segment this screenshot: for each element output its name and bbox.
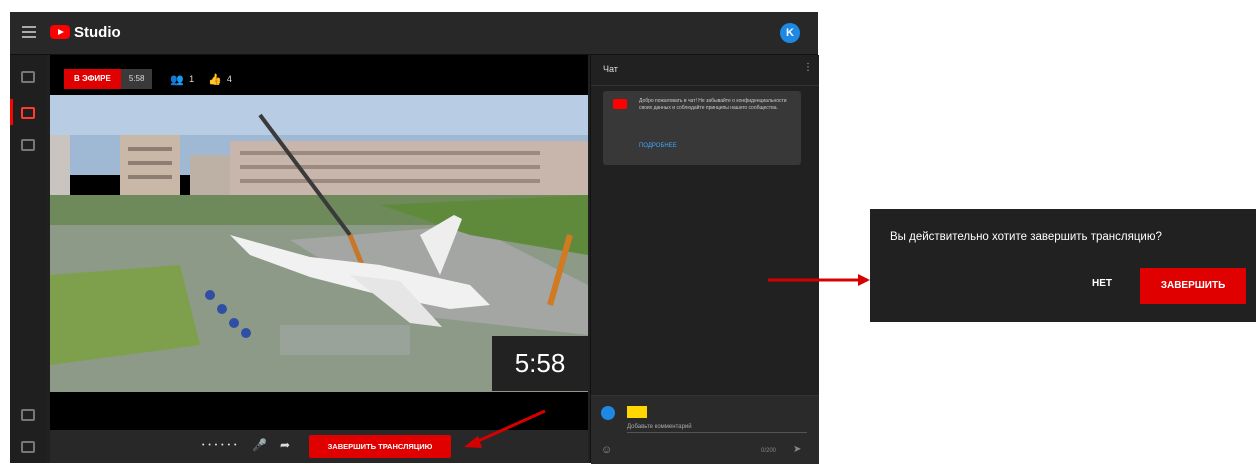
youtube-logo-icon[interactable]: [50, 25, 70, 39]
dialog-question: Вы действительно хотите завершить трансл…: [890, 231, 1162, 243]
chat-header: Чат ⋮: [591, 55, 819, 86]
user-name-highlight: [627, 406, 647, 418]
left-rail: [10, 55, 46, 463]
confirm-end-button[interactable]: ЗАВЕРШИТЬ: [1140, 268, 1246, 304]
live-badge: В ЭФИРЕ: [64, 69, 121, 89]
stream-controls-bar: • • • • • • 🎤 ➦ ЗАВЕРШИТЬ ТРАНСЛЯЦИЮ: [50, 430, 588, 463]
learn-more-link[interactable]: ПОДРОБНЕЕ: [639, 143, 677, 149]
live-status-row: В ЭФИРЕ 5:58 👥 1 👍 4: [64, 69, 232, 89]
chat-input[interactable]: Добавьте комментарий: [627, 424, 692, 430]
chat-title: Чат: [603, 64, 618, 74]
like-count: 4: [226, 74, 232, 84]
stream-quality-dots: • • • • • •: [202, 442, 238, 449]
char-counter: 0/200: [761, 448, 777, 454]
duration-badge: 5:58: [120, 69, 153, 89]
youtube-small-icon: [613, 99, 627, 109]
input-underline: [627, 432, 807, 433]
copy-icon[interactable]: [21, 409, 35, 421]
thumb-up-icon: 👍: [208, 73, 222, 86]
elapsed-timer-overlay: 5:58: [492, 336, 588, 391]
account-avatar[interactable]: K: [780, 23, 800, 43]
stream-icon[interactable]: [21, 71, 35, 83]
cancel-button[interactable]: НЕТ: [1078, 268, 1126, 300]
camera-icon[interactable]: [21, 107, 35, 119]
viewer-count: 1: [189, 74, 195, 84]
user-avatar: [601, 406, 615, 420]
youtube-studio-window: Studio K В ЭФИРЕ 5:58 👥 1 👍 4 5:58 • • •…: [10, 12, 819, 464]
brand-title: Studio: [74, 24, 121, 41]
player-area: В ЭФИРЕ 5:58 👥 1 👍 4 5:58 • • • • • • 🎤 …: [50, 55, 588, 463]
arrow-head-dialog: [858, 274, 870, 286]
viewers-icon: 👥: [170, 73, 185, 86]
emoji-icon[interactable]: ☺: [601, 444, 612, 456]
calendar-icon[interactable]: [21, 139, 35, 151]
share-icon[interactable]: ➦: [280, 438, 290, 452]
feedback-icon[interactable]: [21, 441, 35, 453]
rail-active-indicator: [10, 99, 13, 125]
chat-input-area: Добавьте комментарий ☺ 0/200 ➤: [591, 395, 819, 464]
end-stream-confirm-dialog: Вы действительно хотите завершить трансл…: [870, 209, 1256, 322]
top-bar: Studio K: [10, 12, 818, 55]
mic-icon[interactable]: 🎤: [252, 438, 267, 452]
send-icon[interactable]: ➤: [793, 444, 801, 455]
chat-panel: Чат ⋮ Добро пожаловать в чат! Не забывай…: [590, 55, 819, 464]
more-options-icon[interactable]: ⋮: [803, 62, 813, 73]
menu-icon[interactable]: [22, 26, 36, 38]
chat-welcome-message: Добро пожаловать в чат! Не забывайте о к…: [603, 91, 801, 165]
video-preview[interactable]: 5:58: [50, 95, 588, 392]
welcome-text: Добро пожаловать в чат! Не забывайте о к…: [639, 98, 787, 111]
end-stream-button[interactable]: ЗАВЕРШИТЬ ТРАНСЛЯЦИЮ: [309, 435, 451, 458]
